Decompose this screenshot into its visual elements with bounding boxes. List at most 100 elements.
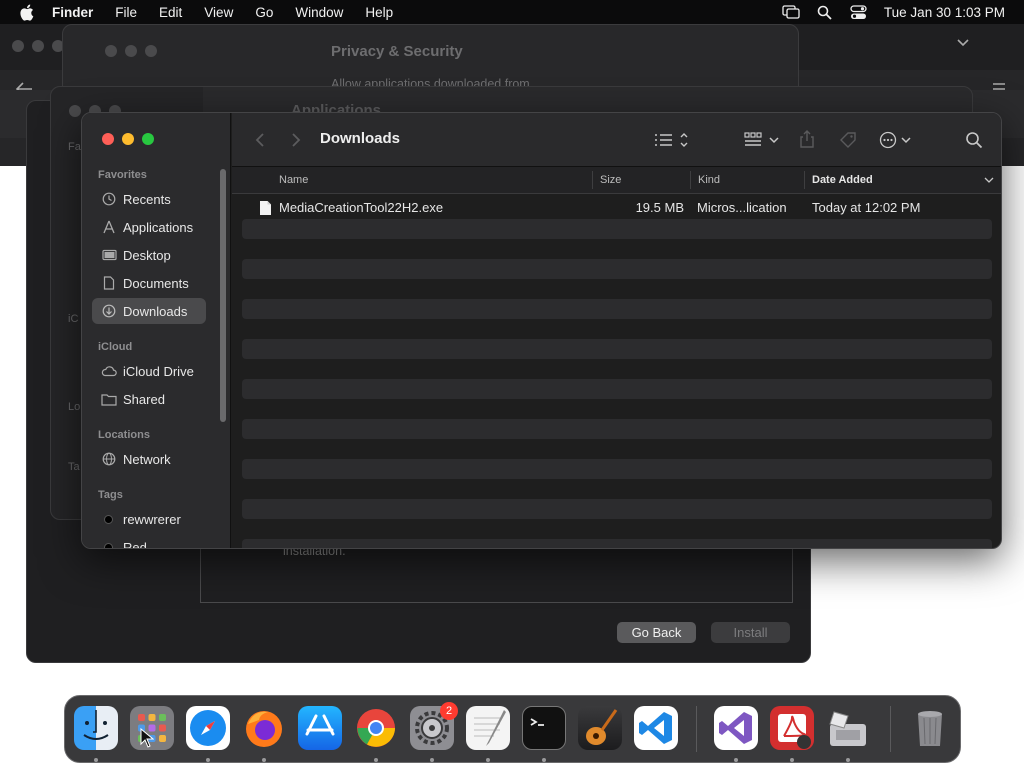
- dock-safari-icon[interactable]: [186, 706, 230, 750]
- applications-icon: [101, 219, 117, 235]
- sidebar-item-label: Desktop: [123, 247, 171, 263]
- tags-header: Tags: [98, 489, 123, 501]
- control-center-icon[interactable]: [850, 3, 868, 21]
- column-name[interactable]: Name: [279, 174, 308, 186]
- sidebar-item-desktop[interactable]: Desktop: [92, 242, 206, 268]
- empty-row: [242, 339, 992, 359]
- sidebar-item-label: iCloud Drive: [123, 363, 194, 379]
- finder-sidebar: Favorites Recents Applications Desktop D…: [82, 113, 231, 548]
- globe-icon: [101, 451, 117, 467]
- search-icon[interactable]: [964, 130, 984, 150]
- back-chevron-icon[interactable]: [252, 131, 268, 149]
- tag-icon[interactable]: [838, 130, 858, 150]
- menu-app-name[interactable]: Finder: [52, 5, 93, 20]
- dock-acrobat-icon[interactable]: [770, 706, 814, 750]
- column-divider[interactable]: [690, 171, 691, 189]
- screen-mirroring-icon[interactable]: [782, 3, 800, 21]
- sidebar-item-label: Shared: [123, 391, 165, 407]
- menu-clock[interactable]: Tue Jan 30 1:03 PM: [884, 5, 1005, 20]
- menu-window[interactable]: Window: [295, 5, 343, 20]
- running-indicator: [542, 758, 546, 762]
- running-indicator: [206, 758, 210, 762]
- share-icon[interactable]: [798, 129, 816, 149]
- sidebar-item-recents[interactable]: Recents: [92, 186, 206, 212]
- icloud-header: iCloud: [98, 341, 133, 353]
- tag-dot-icon: [104, 542, 113, 548]
- install-button[interactable]: Install: [711, 622, 790, 643]
- menu-help[interactable]: Help: [365, 5, 393, 20]
- dock-textedit-icon[interactable]: [466, 706, 510, 750]
- file-size: 19.5 MB: [635, 200, 684, 215]
- dock-app-store-icon[interactable]: [298, 706, 342, 750]
- dock-trash-icon[interactable]: [908, 706, 952, 750]
- sidebar-scrollbar[interactable]: [220, 169, 226, 422]
- dock-separator: [696, 706, 697, 752]
- dock-vscode-icon[interactable]: [634, 706, 678, 750]
- sidebar-item-shared[interactable]: Shared: [92, 386, 206, 412]
- empty-row: [242, 299, 992, 319]
- menu-go[interactable]: Go: [255, 5, 273, 20]
- spotlight-search-icon[interactable]: [816, 3, 834, 21]
- dock-chrome-icon[interactable]: [354, 706, 398, 750]
- running-indicator: [94, 758, 98, 762]
- dock: [64, 695, 961, 763]
- column-date-added[interactable]: Date Added: [812, 174, 873, 186]
- file-icon: [259, 200, 272, 219]
- dock-boot-camp-icon[interactable]: [826, 706, 870, 750]
- go-back-button[interactable]: Go Back: [617, 622, 696, 643]
- running-indicator: [734, 758, 738, 762]
- group-view-icon[interactable]: [742, 130, 782, 150]
- column-size[interactable]: Size: [600, 174, 621, 186]
- column-divider[interactable]: [804, 171, 805, 189]
- running-indicator: [486, 758, 490, 762]
- bg-window-minimize: [32, 40, 44, 52]
- dock-garageband-icon[interactable]: [578, 706, 622, 750]
- table-row[interactable]: MediaCreationTool22H2.exe 19.5 MB Micros…: [232, 198, 1001, 219]
- settings-zoom: [145, 45, 157, 57]
- window-title: Downloads: [320, 130, 401, 147]
- column-divider[interactable]: [592, 171, 593, 189]
- download-icon: [101, 303, 117, 319]
- document-icon: [101, 275, 117, 291]
- empty-row: [242, 219, 992, 239]
- dock-terminal-icon[interactable]: [522, 706, 566, 750]
- forward-chevron-icon[interactable]: [288, 131, 304, 149]
- running-indicator: [430, 758, 434, 762]
- sidebar-item-label: Network: [123, 451, 171, 467]
- sidebar-item-applications[interactable]: Applications: [92, 214, 206, 240]
- empty-row: [242, 499, 992, 519]
- apple-menu-icon[interactable]: [19, 4, 37, 21]
- sort-chevron-icon[interactable]: [984, 175, 994, 187]
- sidebar-item-label: Recents: [123, 191, 171, 207]
- dock-firefox-icon[interactable]: [242, 706, 286, 750]
- close-window-button[interactable]: [102, 133, 114, 145]
- bg-window-close: [12, 40, 24, 52]
- ghost-label: Fa: [68, 141, 81, 153]
- dock-finder-icon[interactable]: [74, 706, 118, 750]
- column-kind[interactable]: Kind: [698, 174, 720, 186]
- empty-row: [242, 459, 992, 479]
- finder-window: Favorites Recents Applications Desktop D…: [81, 112, 1002, 549]
- running-indicator: [846, 758, 850, 762]
- ghost-label: iC: [68, 313, 79, 325]
- sidebar-item-tag-red[interactable]: Red: [92, 534, 206, 548]
- sidebar-item-documents[interactable]: Documents: [92, 270, 206, 296]
- chevron-down-icon[interactable]: [956, 36, 970, 51]
- sidebar-item-icloud-drive[interactable]: iCloud Drive: [92, 358, 206, 384]
- more-actions-icon[interactable]: [878, 130, 916, 150]
- finder-toolbar: Downloads: [232, 113, 1001, 167]
- menu-view[interactable]: View: [204, 5, 233, 20]
- sidebar-item-network[interactable]: Network: [92, 446, 206, 472]
- sidebar-item-downloads[interactable]: Downloads: [92, 298, 206, 324]
- clock-icon: [101, 191, 117, 207]
- menu-edit[interactable]: Edit: [159, 5, 182, 20]
- dock-visual-studio-icon[interactable]: [714, 706, 758, 750]
- zoom-window-button[interactable]: [142, 133, 154, 145]
- list-view-icon[interactable]: [652, 130, 692, 150]
- locations-header: Locations: [98, 429, 150, 441]
- sidebar-item-tag[interactable]: rewwrerer: [92, 506, 206, 532]
- running-indicator: [262, 758, 266, 762]
- file-name: MediaCreationTool22H2.exe: [279, 200, 444, 215]
- minimize-window-button[interactable]: [122, 133, 134, 145]
- menu-file[interactable]: File: [115, 5, 137, 20]
